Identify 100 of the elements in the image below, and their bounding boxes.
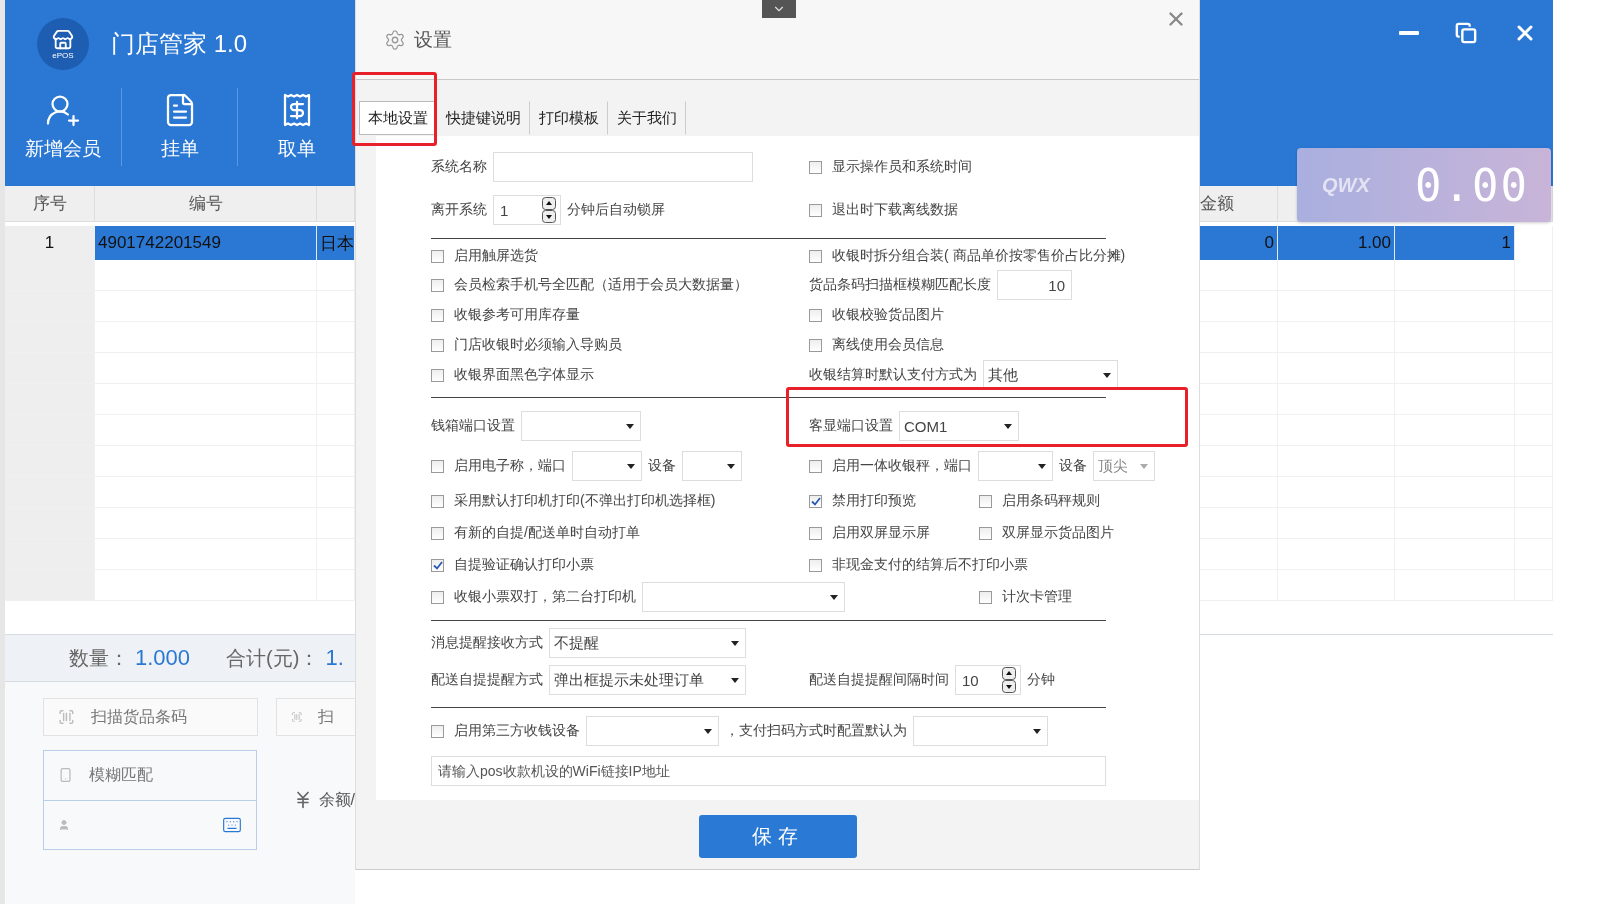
caret-icon	[830, 594, 838, 600]
column-header: 序号	[5, 186, 95, 221]
field-label: 设备	[648, 457, 676, 475]
fuzzy-match-field[interactable]: 模糊匹配	[44, 751, 256, 801]
field-label: ，支付扫码方式时配置默认为	[725, 722, 907, 740]
field-label: 分钟	[1027, 671, 1055, 689]
checkbox[interactable]: 门店收银时必须输入导购员	[431, 336, 622, 354]
column-header: 金额	[1200, 186, 1278, 221]
tab[interactable]: 本地设置	[359, 101, 437, 135]
checkbox[interactable]: 启用触屏选货	[431, 247, 538, 265]
checkbox[interactable]: 非现金支付的结算后不打印小票	[809, 556, 1028, 574]
field-label: 配送自提提醒间隔时间	[809, 671, 949, 689]
caret-icon	[704, 728, 712, 734]
text-input[interactable]: 扫描货品条码	[88, 707, 257, 727]
balance-label: 余额/	[318, 789, 355, 810]
toolbar-button[interactable]: 新增会员	[5, 88, 122, 166]
dropdown[interactable]	[521, 411, 641, 441]
dropdown[interactable]	[978, 451, 1053, 481]
toolbar-button[interactable]: 取单	[238, 88, 355, 166]
checkbox[interactable]: 退出时下载离线数据	[809, 201, 958, 219]
checkbox[interactable]: 采用默认打印机打印(不弹出打印机选择框)	[431, 492, 716, 510]
number-spinner[interactable]: 1	[493, 195, 561, 225]
checkbox[interactable]: 双屏显示货品图片	[979, 524, 1114, 542]
field-label: 设备	[1059, 457, 1087, 475]
checkbox[interactable]: 启用一体收银秤，端口	[809, 457, 972, 475]
caret-icon	[1140, 463, 1148, 469]
caret-icon	[1033, 728, 1041, 734]
checkbox[interactable]: 会员检索手机号全匹配（适用于会员大数据量）	[431, 276, 748, 294]
checkbox[interactable]: 启用第三方收钱设备	[431, 722, 580, 740]
table-row[interactable]: 1 4901742201549 日本	[5, 226, 355, 260]
app-title: 门店管家 1.0	[111, 29, 248, 59]
restore-icon	[1455, 22, 1477, 44]
checkbox[interactable]: 收银时拆分组合装( 商品单价按零售价占比分摊)	[809, 247, 1126, 265]
restore-button[interactable]	[1455, 22, 1477, 44]
dropdown[interactable]	[586, 716, 719, 746]
text-field[interactable]	[493, 152, 753, 182]
field-label: 收银结算时默认支付方式为	[809, 366, 977, 384]
save-button[interactable]: 保存	[698, 815, 857, 858]
dropdown[interactable]: 弹出框提示未处理订单	[549, 665, 746, 695]
caret-icon	[731, 640, 739, 646]
field-label: 货品条码扫描框模糊匹配长度	[809, 276, 991, 294]
caret-icon	[731, 677, 739, 683]
caret-icon	[1004, 423, 1012, 429]
dropdown[interactable]	[913, 716, 1048, 746]
tab[interactable]: 关于我们	[608, 101, 686, 135]
collapse-handle[interactable]	[762, 0, 796, 18]
text-field[interactable]: 10	[997, 270, 1072, 300]
checkbox[interactable]: 启用双屏显示屏	[809, 524, 930, 542]
field-label: 钱箱端口设置	[431, 417, 515, 435]
barcode-scan-field[interactable]: 扫描货品条码	[43, 698, 258, 736]
minimize-button[interactable]	[1399, 31, 1419, 35]
barcode-icon	[58, 707, 75, 727]
caret-icon	[626, 423, 634, 429]
table-row[interactable]: 0 1.00 1	[1200, 226, 1553, 260]
barcode-scan-field[interactable]: 扫	[275, 698, 355, 736]
checkbox[interactable]: 禁用打印预览	[809, 492, 916, 510]
ip-address-field[interactable]: 请输入pos收款机设的WiFi链接IP地址	[431, 756, 1106, 786]
field-label: 系统名称	[431, 158, 487, 176]
text-input[interactable]: 模糊匹配	[87, 765, 242, 786]
dialog-title: 设置	[414, 27, 453, 52]
caret-icon	[727, 463, 735, 469]
minimize-icon	[1399, 31, 1419, 35]
settings-icon	[384, 28, 406, 51]
text-input[interactable]: 扫	[316, 707, 355, 727]
dropdown[interactable]	[682, 451, 742, 481]
phone-icon	[58, 766, 74, 785]
checkbox[interactable]: 计次卡管理	[979, 588, 1072, 606]
dropdown[interactable]	[572, 451, 642, 481]
field-label: 配送自提提醒方式	[431, 671, 543, 689]
dropdown[interactable]: 其他	[983, 360, 1118, 390]
total-label: 合计(元)：	[226, 645, 320, 671]
checkbox[interactable]: 显示操作员和系统时间	[809, 158, 972, 176]
checkbox[interactable]: 自提验证确认打印小票	[431, 556, 594, 574]
dropdown[interactable]	[642, 582, 845, 612]
check-mark-icon	[810, 496, 821, 506]
toolbar-button[interactable]: 挂单	[121, 88, 239, 166]
checkbox[interactable]: 离线使用会员信息	[809, 336, 944, 354]
number-spinner[interactable]: 10	[955, 665, 1021, 695]
checkbox[interactable]: 收银参考可用库存量	[431, 306, 580, 324]
total-value: 1.	[325, 645, 344, 671]
checkbox[interactable]: 启用电子称，端口	[431, 457, 566, 475]
field-label: 客显端口设置	[809, 417, 893, 435]
checkbox[interactable]: 收银校验货品图片	[809, 306, 944, 324]
field-label: 消息提醒接收方式	[431, 634, 543, 652]
tab[interactable]: 打印模板	[530, 101, 608, 135]
checkbox[interactable]: 启用条码秤规则	[979, 492, 1100, 510]
quantity-value: 1.000	[135, 645, 191, 671]
caret-icon	[1038, 463, 1046, 469]
tab[interactable]: 快捷键说明	[437, 101, 530, 135]
quantity-label: 数量：	[69, 645, 129, 671]
field-label: 离开系统	[431, 201, 487, 219]
checkbox[interactable]: 有新的自提/配送单时自动打单	[431, 524, 640, 542]
toolbar-icon	[44, 92, 81, 128]
checkbox[interactable]: 收银界面黑色字体显示	[431, 366, 594, 384]
checkbox[interactable]: 收银小票双打，第二台打印机	[431, 588, 636, 606]
caret-icon	[1103, 372, 1111, 378]
dropdown[interactable]: 不提醒	[549, 628, 746, 658]
table-cell: 1	[5, 226, 95, 260]
display-amount: 0.00	[1415, 159, 1529, 211]
dropdown[interactable]: COM1	[899, 411, 1019, 441]
